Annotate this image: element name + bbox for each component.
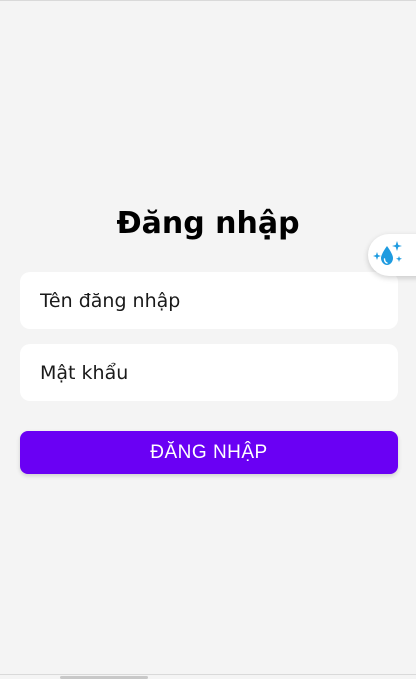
page-title: Đăng nhập [116, 206, 300, 241]
bottom-divider [0, 674, 416, 675]
password-input[interactable] [20, 344, 398, 401]
floating-widget-tab[interactable] [368, 234, 416, 276]
top-border [0, 0, 416, 1]
username-input[interactable] [20, 272, 398, 329]
water-drop-sparkle-icon [373, 241, 402, 265]
login-button[interactable]: ĐĂNG NHẬP [20, 431, 398, 474]
login-page: Đăng nhập ĐĂNG NHẬP [0, 0, 416, 679]
